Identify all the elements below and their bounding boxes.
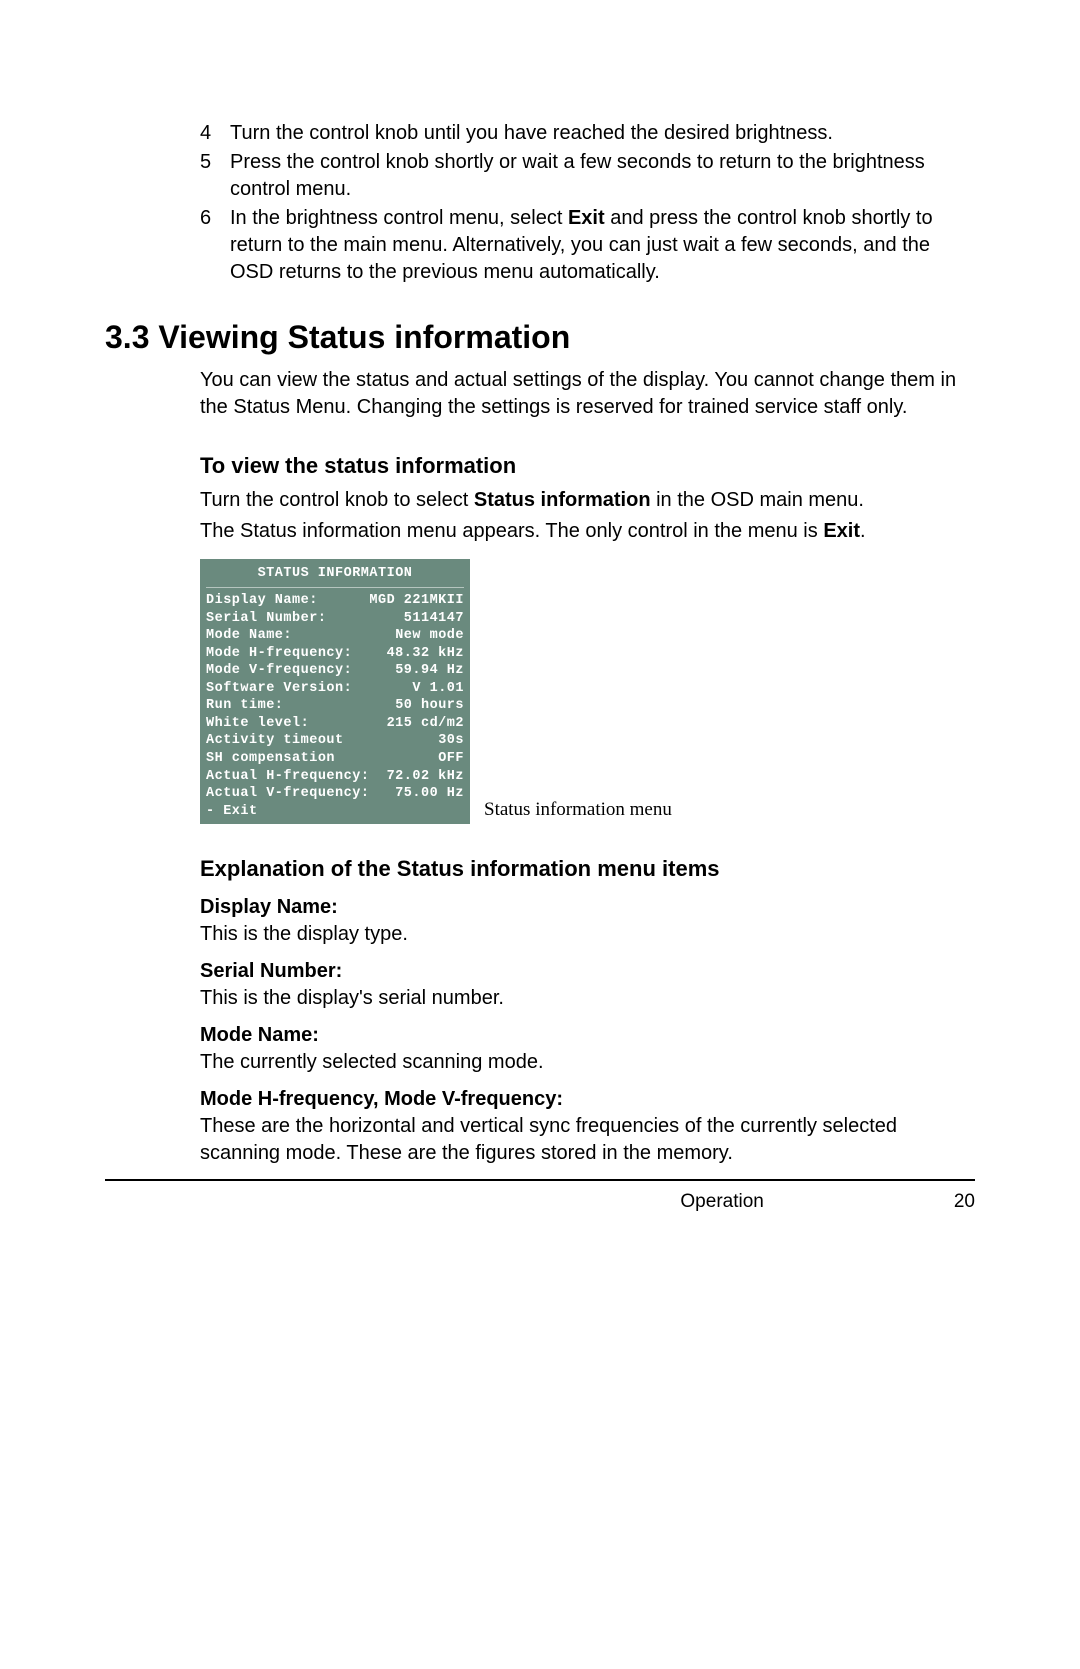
- item-label: Serial Number:: [200, 958, 975, 985]
- step-text: In the brightness control menu, select E…: [230, 205, 975, 286]
- how-to-heading: To view the status information: [200, 451, 975, 481]
- menu-row: Software Version:V 1.01: [200, 680, 470, 698]
- status-menu-box: STATUS INFORMATION Display Name:MGD 221M…: [200, 559, 470, 824]
- page-footer: Operation 20: [105, 1179, 975, 1215]
- item-label: Display Name:: [200, 894, 975, 921]
- menu-row: Mode H-frequency:48.32 kHz: [200, 645, 470, 663]
- menu-row: White level:215 cd/m2: [200, 715, 470, 733]
- step-number: 6: [200, 205, 230, 286]
- item-desc: The currently selected scanning mode.: [200, 1049, 975, 1076]
- how-to-p2: The Status information menu appears. The…: [200, 518, 975, 545]
- item-desc: This is the display type.: [200, 921, 975, 948]
- explanation-heading: Explanation of the Status information me…: [200, 854, 975, 884]
- step-4: 4 Turn the control knob until you have r…: [200, 120, 975, 147]
- how-to-p1: Turn the control knob to select Status i…: [200, 487, 975, 514]
- menu-row: Actual V-frequency:75.00 Hz: [200, 785, 470, 803]
- menu-row: Mode V-frequency:59.94 Hz: [200, 662, 470, 680]
- step-6: 6 In the brightness control menu, select…: [200, 205, 975, 286]
- item-desc: This is the display's serial number.: [200, 985, 975, 1012]
- step-5: 5 Press the control knob shortly or wait…: [200, 149, 975, 203]
- menu-divider: [206, 587, 464, 588]
- menu-row: Actual H-frequency:72.02 kHz: [200, 768, 470, 786]
- menu-row: Mode Name:New mode: [200, 627, 470, 645]
- status-menu-title: STATUS INFORMATION: [200, 559, 470, 587]
- step-number: 5: [200, 149, 230, 203]
- page: 4 Turn the control knob until you have r…: [0, 0, 1080, 1275]
- menu-row: Display Name:MGD 221MKII: [200, 592, 470, 610]
- step-number: 4: [200, 120, 230, 147]
- menu-row: SH compensationOFF: [200, 750, 470, 768]
- footer-page-number: 20: [954, 1189, 975, 1215]
- menu-exit: - Exit: [200, 803, 470, 821]
- item-label: Mode H-frequency, Mode V-frequency:: [200, 1086, 975, 1113]
- numbered-steps: 4 Turn the control knob until you have r…: [200, 120, 975, 286]
- figure-caption: Status information menu: [470, 797, 672, 825]
- menu-row: Run time:50 hours: [200, 697, 470, 715]
- step-text: Turn the control knob until you have rea…: [230, 120, 975, 147]
- item-desc: These are the horizontal and vertical sy…: [200, 1113, 975, 1167]
- section-heading: 3.3 Viewing Status information: [105, 316, 975, 359]
- menu-row: Serial Number:5114147: [200, 610, 470, 628]
- intro-paragraph: You can view the status and actual setti…: [200, 367, 975, 421]
- item-label: Mode Name:: [200, 1022, 975, 1049]
- menu-row: Activity timeout30s: [200, 732, 470, 750]
- footer-section: Operation: [680, 1189, 763, 1215]
- step-text: Press the control knob shortly or wait a…: [230, 149, 975, 203]
- status-menu-figure: STATUS INFORMATION Display Name:MGD 221M…: [200, 559, 975, 824]
